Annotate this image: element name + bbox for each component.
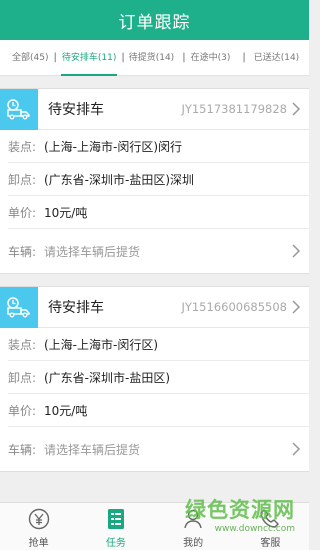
- status-badge: 待安排车: [48, 300, 104, 316]
- price-label: 单价:: [8, 205, 37, 220]
- bottom-tab-bar: 抢单 任务 我的 客服: [0, 502, 309, 550]
- pickup-row: 装点: (上海-上海市-闵行区): [8, 328, 309, 361]
- vehicle-value: 请选择车辆后提货: [44, 244, 141, 259]
- tab-separator: |: [121, 52, 125, 63]
- chevron-right-icon[interactable]: [291, 442, 301, 456]
- pickup-label: 装点:: [8, 337, 37, 352]
- yen-icon: [28, 508, 50, 530]
- truck-clock-icon: [0, 88, 38, 130]
- task-list-icon: [105, 508, 127, 530]
- tabbar-item-support[interactable]: 客服: [232, 503, 309, 550]
- app-header: 订单跟踪: [0, 0, 309, 40]
- tab-separator: |: [53, 52, 57, 63]
- page-title: 订单跟踪: [118, 12, 191, 33]
- order-number: JY1517381179828: [181, 102, 287, 116]
- person-icon: [182, 508, 204, 530]
- vehicle-label: 车辆:: [8, 442, 37, 457]
- vehicle-row[interactable]: 车辆: 请选择车辆后提货: [8, 427, 309, 471]
- chevron-right-icon[interactable]: [291, 300, 301, 314]
- price-row: 单价: 10元/吨: [8, 196, 309, 229]
- tab-separator: |: [182, 52, 186, 63]
- unload-value: (广东省-深圳市-盐田区): [44, 370, 171, 385]
- chevron-right-icon[interactable]: [291, 102, 301, 116]
- status-tabs: 全部(45) | 待安排车(11) | 待提货(14) | 在途中(3) | 已…: [0, 40, 309, 76]
- tabbar-label: 任务: [105, 538, 126, 549]
- order-card-header[interactable]: 待安排车 JY1517381179828: [0, 88, 309, 130]
- unload-row: 卸点: (广东省-深圳市-盐田区): [8, 361, 309, 394]
- tabbar-item-grab-order[interactable]: 抢单: [0, 503, 77, 550]
- order-card[interactable]: 待安排车 JY1517381179828 装点: (上海-上海市-闵行区)闵行 …: [0, 88, 309, 274]
- tab-delivered[interactable]: 已送达(14): [254, 40, 299, 76]
- vehicle-row[interactable]: 车辆: 请选择车辆后提货: [8, 229, 309, 273]
- pickup-label: 装点:: [8, 139, 37, 154]
- order-number: JY1516600685508: [181, 300, 287, 314]
- pickup-value: (上海-上海市-闵行区): [44, 337, 159, 352]
- truck-clock-icon: [0, 286, 38, 328]
- tab-separator: |: [242, 52, 246, 63]
- chevron-right-icon[interactable]: [291, 244, 301, 258]
- unload-label: 卸点:: [8, 172, 37, 187]
- price-value: 10元/吨: [44, 403, 88, 418]
- price-value: 10元/吨: [44, 205, 88, 220]
- tabbar-label: 抢单: [28, 538, 49, 549]
- order-list: 待安排车 JY1517381179828 装点: (上海-上海市-闵行区)闵行 …: [0, 88, 309, 484]
- tabbar-label: 客服: [260, 538, 281, 549]
- vehicle-value: 请选择车辆后提货: [44, 442, 141, 457]
- price-row: 单价: 10元/吨: [8, 394, 309, 427]
- order-card-header[interactable]: 待安排车 JY1516600685508: [0, 286, 309, 328]
- tabbar-label: 我的: [183, 538, 204, 549]
- phone-icon: [259, 508, 281, 530]
- pickup-row: 装点: (上海-上海市-闵行区)闵行: [8, 130, 309, 163]
- vehicle-label: 车辆:: [8, 244, 37, 259]
- tabbar-item-mine[interactable]: 我的: [155, 503, 232, 550]
- price-label: 单价:: [8, 403, 37, 418]
- unload-row: 卸点: (广东省-深圳市-盐田区)深圳: [8, 163, 309, 196]
- tab-in-transit[interactable]: 在途中(3): [191, 40, 231, 76]
- order-card[interactable]: 待安排车 JY1516600685508 装点: (上海-上海市-闵行区) 卸点…: [0, 286, 309, 472]
- tabbar-item-tasks[interactable]: 任务: [77, 503, 154, 550]
- tab-pending-dispatch[interactable]: 待安排车(11): [59, 40, 119, 76]
- pickup-value: (上海-上海市-闵行区)闵行: [44, 139, 183, 154]
- status-badge: 待安排车: [48, 102, 104, 118]
- unload-value: (广东省-深圳市-盐田区)深圳: [44, 172, 195, 187]
- tab-all[interactable]: 全部(45): [12, 40, 48, 76]
- unload-label: 卸点:: [8, 370, 37, 385]
- tab-pending-pickup[interactable]: 待提货(14): [129, 40, 174, 76]
